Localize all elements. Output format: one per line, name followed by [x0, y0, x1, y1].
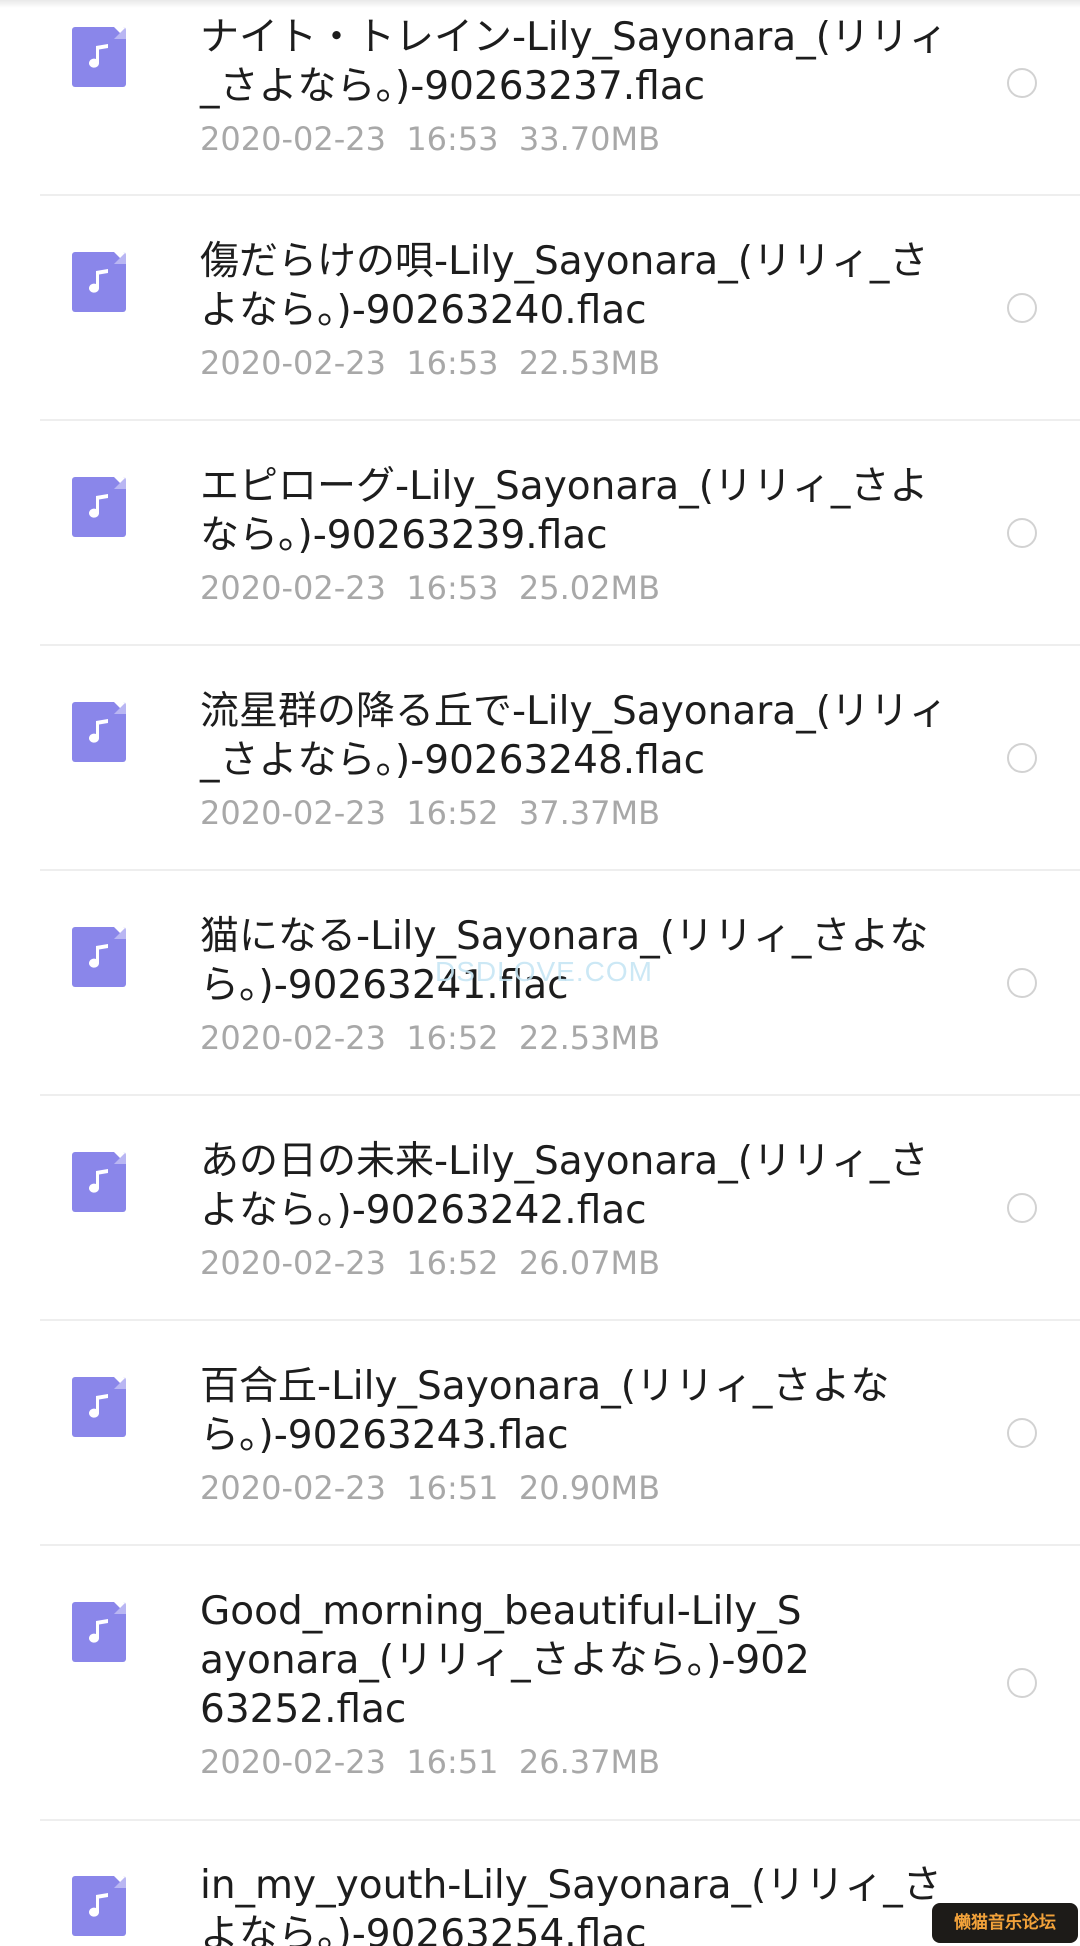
music-file-icon	[72, 1876, 126, 1936]
file-size: 33.70MB	[518, 120, 661, 158]
divider	[40, 1319, 1080, 1321]
select-radio[interactable]	[1007, 518, 1037, 548]
file-size: 26.07MB	[518, 1244, 661, 1282]
divider	[40, 194, 1080, 196]
music-file-icon	[72, 252, 126, 312]
file-time: 16:53	[406, 120, 499, 158]
divider	[40, 1094, 1080, 1096]
divider	[40, 644, 1080, 646]
divider	[40, 419, 1080, 421]
select-radio[interactable]	[1007, 968, 1037, 998]
select-radio[interactable]	[1007, 68, 1037, 98]
file-time: 16:52	[406, 1244, 499, 1282]
select-radio[interactable]	[1007, 743, 1037, 773]
file-meta: 2020-02-23 16:52 37.37MB	[200, 793, 660, 833]
file-date: 2020-02-23	[200, 1743, 386, 1781]
file-date: 2020-02-23	[200, 794, 386, 832]
file-date: 2020-02-23	[200, 344, 386, 382]
music-file-icon	[72, 927, 126, 987]
file-size: 26.37MB	[518, 1743, 661, 1781]
file-time: 16:52	[406, 1019, 499, 1057]
file-date: 2020-02-23	[200, 1019, 386, 1057]
file-size: 37.37MB	[518, 794, 661, 832]
file-time: 16:51	[406, 1469, 499, 1507]
file-size: 22.53MB	[518, 344, 661, 382]
file-time: 16:53	[406, 569, 499, 607]
file-meta: 2020-02-23 16:51 20.90MB	[200, 1468, 660, 1508]
file-name: in_my_youth-Lily_Sayonara_(リリィ_さよなら。)-90…	[200, 1863, 942, 1946]
music-file-icon	[72, 27, 126, 87]
file-name: あの日の未来-Lily_Sayonara_(リリィ_さよなら。)-9026324…	[200, 1139, 929, 1233]
select-radio[interactable]	[1007, 1418, 1037, 1448]
file-meta: 2020-02-23 16:53 33.70MB	[200, 119, 660, 159]
select-radio[interactable]	[1007, 293, 1037, 323]
file-time: 16:53	[406, 344, 499, 382]
file-time: 16:51	[406, 1743, 499, 1781]
file-date: 2020-02-23	[200, 569, 386, 607]
file-meta: 2020-02-23 16:53 22.53MB	[200, 343, 660, 383]
file-meta: 2020-02-23 16:51 26.37MB	[200, 1742, 660, 1782]
file-size: 20.90MB	[518, 1469, 661, 1507]
divider	[40, 1544, 1080, 1546]
file-meta: 2020-02-23 16:52 22.53MB	[200, 1018, 660, 1058]
select-radio[interactable]	[1007, 1668, 1037, 1698]
file-name: エピローグ-Lily_Sayonara_(リリィ_さよなら。)-90263239…	[200, 464, 929, 558]
watermark-text: DSDLOVE.COM	[435, 956, 653, 987]
music-file-icon	[72, 477, 126, 537]
select-radio[interactable]	[1007, 1193, 1037, 1223]
music-file-icon	[72, 1152, 126, 1212]
file-date: 2020-02-23	[200, 1469, 386, 1507]
file-name: ナイト・トレイン-Lily_Sayonara_(リリィ_さよなら。)-90263…	[200, 15, 948, 109]
file-time: 16:52	[406, 794, 499, 832]
divider	[40, 1819, 1080, 1821]
file-name: Good_morning_beautiful-Lily_Sayonara_(リリ…	[200, 1589, 810, 1732]
music-file-icon	[72, 1602, 126, 1662]
divider	[40, 869, 1080, 871]
forum-badge: 懒猫音乐论坛	[932, 1903, 1078, 1943]
file-meta: 2020-02-23 16:52 26.07MB	[200, 1243, 660, 1283]
music-file-icon	[72, 1377, 126, 1437]
music-file-icon	[72, 702, 126, 762]
file-name: 傷だらけの唄-Lily_Sayonara_(リリィ_さよなら。)-9026324…	[200, 239, 929, 333]
file-name: 流星群の降る丘で-Lily_Sayonara_(リリィ_さよなら。)-90263…	[200, 689, 948, 783]
file-meta: 2020-02-23 16:53 25.02MB	[200, 568, 660, 608]
file-date: 2020-02-23	[200, 1244, 386, 1282]
file-date: 2020-02-23	[200, 120, 386, 158]
file-size: 25.02MB	[518, 569, 661, 607]
file-name: 百合丘-Lily_Sayonara_(リリィ_さよなら。)-90263243.f…	[200, 1364, 890, 1458]
top-shadow	[0, 0, 1080, 8]
file-size: 22.53MB	[518, 1019, 661, 1057]
